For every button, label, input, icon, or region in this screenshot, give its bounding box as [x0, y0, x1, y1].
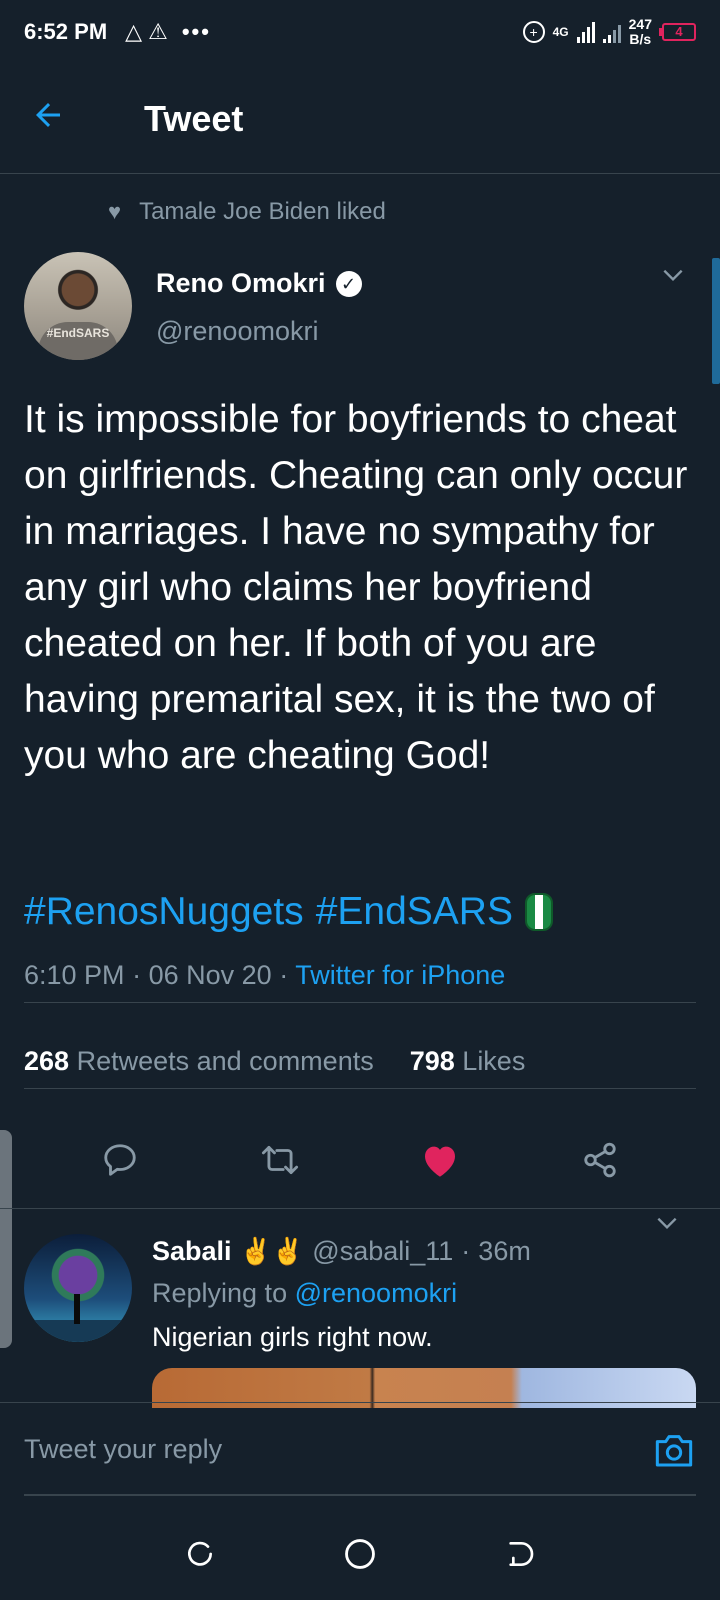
retweets-label: Retweets and comments	[76, 1046, 374, 1076]
verified-badge-icon: ✓	[335, 270, 362, 297]
reply-menu-chevron-icon[interactable]	[654, 1210, 680, 1243]
reply-text: Nigerian girls right now.	[152, 1322, 433, 1352]
warning-icon: ⚠	[148, 19, 168, 44]
retweet-icon	[261, 1145, 299, 1175]
screen: 6:52 PM △ ⚠ ••• + 4G 247 B/s 4 Tweet ♥ T…	[0, 0, 720, 1600]
camera-button[interactable]	[652, 1430, 696, 1470]
reply-author-handle[interactable]: @sabali_11	[312, 1236, 453, 1267]
replying-to: Replying to @renoomokri	[152, 1278, 457, 1309]
net-speed-unit: B/s	[629, 31, 652, 47]
comment-icon	[104, 1144, 136, 1176]
system-nav-bar	[0, 1508, 720, 1600]
reply-button[interactable]	[90, 1130, 150, 1190]
tweet-text: It is impossible for boyfriends to cheat…	[24, 398, 688, 777]
page-title: Tweet	[144, 97, 244, 139]
battery-level: 4	[662, 23, 696, 41]
hashtag-link[interactable]: #RenosNuggets	[24, 890, 304, 934]
tweet-date: 06 Nov 20	[148, 960, 272, 990]
divider	[24, 1002, 696, 1003]
author-name[interactable]: Reno Omokri ✓	[156, 268, 362, 299]
tweet-menu-chevron-icon[interactable]	[660, 262, 686, 295]
net-speed: 247 B/s	[629, 17, 652, 47]
more-notifications-icon: •••	[181, 19, 211, 44]
tweet-time: 6:10 PM	[24, 960, 125, 990]
reply-composer[interactable]: Tweet your reply	[0, 1402, 720, 1496]
scrollbar[interactable]	[712, 258, 720, 384]
battery-icon: 4	[659, 23, 696, 41]
network-type: 4G	[552, 25, 569, 39]
composer-underline	[24, 1494, 696, 1496]
share-icon	[584, 1142, 616, 1178]
replying-to-prefix: Replying to	[152, 1278, 288, 1308]
retweet-button[interactable]	[250, 1130, 310, 1190]
signal-2-icon	[602, 21, 621, 43]
tweet-meta: 6:10 PM · 06 Nov 20 · Twitter for iPhone	[24, 960, 506, 990]
reply-header: Sabali ✌️✌️ @sabali_11 · 36m	[152, 1236, 531, 1267]
tweet-action-bar	[0, 1105, 720, 1215]
data-saver-icon: +	[522, 21, 545, 43]
signal-icon	[576, 21, 595, 43]
like-button[interactable]	[410, 1130, 470, 1190]
tweet-hashtags: #RenosNuggets #EndSARS	[24, 890, 553, 934]
drive-icon: △	[125, 19, 143, 44]
reply-time: 36m	[478, 1236, 531, 1266]
divider	[0, 1208, 720, 1209]
author-avatar[interactable]: #EndSARS	[24, 252, 132, 360]
likes-count: 798	[409, 1046, 455, 1076]
heart-filled-icon	[425, 1146, 455, 1177]
author-name-text: Reno Omokri	[156, 268, 326, 298]
endsars-fist-icon	[524, 893, 553, 931]
divider	[24, 1088, 696, 1089]
author-handle[interactable]: @renoomokri	[156, 316, 318, 347]
reply-input-placeholder[interactable]: Tweet your reply	[24, 1434, 222, 1465]
retweets-count: 268	[24, 1046, 70, 1076]
home-button[interactable]	[340, 1534, 380, 1574]
net-speed-value: 247	[628, 16, 652, 32]
status-bar: 6:52 PM △ ⚠ ••• + 4G 247 B/s 4	[0, 0, 720, 64]
hashtag-link[interactable]: #EndSARS	[316, 890, 513, 934]
reply-author-avatar[interactable]	[24, 1234, 132, 1342]
likes-label: Likes	[462, 1046, 526, 1076]
home-icon	[345, 1539, 375, 1569]
app-header: Tweet	[0, 64, 720, 174]
recents-button[interactable]	[180, 1534, 220, 1574]
back-nav-button[interactable]	[500, 1534, 540, 1574]
share-button[interactable]	[570, 1130, 630, 1190]
recents-icon	[188, 1541, 212, 1566]
likes-stat[interactable]: 798 Likes	[410, 1046, 526, 1077]
tweet-source-link[interactable]: Twitter for iPhone	[295, 960, 505, 990]
avatar-shirt-text: #EndSARS	[46, 326, 110, 340]
arrow-left-icon	[36, 103, 60, 127]
retweets-stat[interactable]: 268 Retweets and comments	[24, 1046, 374, 1077]
tweet-stats: 268 Retweets and comments 798 Likes	[24, 1046, 525, 1077]
social-context-text: Tamale Joe Biden liked	[139, 198, 386, 225]
camera-icon	[655, 1434, 693, 1466]
reply-author-emoji: ✌️✌️	[239, 1236, 305, 1266]
heart-small-icon: ♥	[108, 199, 122, 224]
back-nav-icon	[509, 1542, 534, 1566]
status-time: 6:52 PM	[24, 19, 108, 44]
replying-to-link[interactable]: @renoomokri	[295, 1278, 457, 1308]
social-context[interactable]: ♥ Tamale Joe Biden liked	[108, 198, 386, 226]
back-button[interactable]	[30, 97, 94, 140]
status-right: + 4G 247 B/s 4	[522, 17, 696, 47]
reply-author-name[interactable]: Sabali	[152, 1236, 232, 1267]
